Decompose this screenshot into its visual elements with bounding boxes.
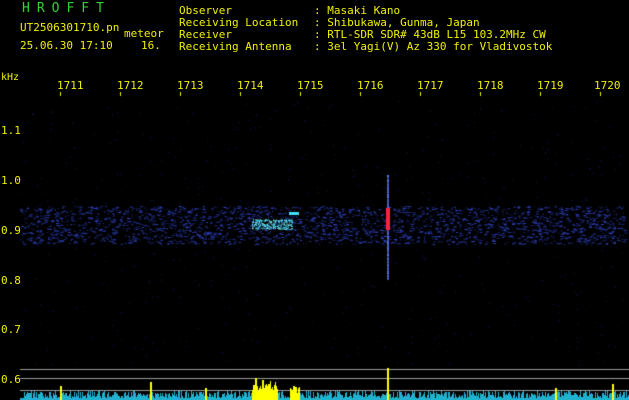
antenna-value: : 3el Yagi(V) Az 330 for Vladivostok: [314, 40, 553, 53]
x-tick-label: 1712: [117, 79, 144, 92]
x-tick-label: 1720: [594, 79, 621, 92]
x-tick-label: 1719: [537, 79, 564, 92]
y-tick-label: 0.6: [1, 373, 21, 386]
x-tick-label: 1714: [237, 79, 264, 92]
observer-value: : Masaki Kano: [314, 4, 401, 17]
x-tick-label: 1718: [477, 79, 504, 92]
y-tick-label: 0.8: [1, 274, 21, 287]
spectrogram-canvas: [0, 0, 629, 400]
y-tick-label: 1.0: [1, 174, 21, 187]
x-tick-label: 1717: [417, 79, 444, 92]
location-label: Receiving Location: [179, 16, 299, 29]
receiver-label: Receiver: [179, 28, 232, 41]
x-tick-label: 1716: [357, 79, 384, 92]
x-tick-label: 1711: [57, 79, 84, 92]
y-tick-label: 0.7: [1, 323, 21, 336]
filename: UT2506301710.pn: [20, 21, 120, 34]
app-title: HROFFT: [22, 1, 111, 16]
y-tick-label: 1.1: [1, 124, 21, 137]
receiver-value: : RTL-SDR SDR# 43dB L15 103.2MHz CW: [314, 28, 546, 41]
filename-suffix: meteor: [124, 27, 164, 40]
antenna-label: Receiving Antenna: [179, 40, 292, 53]
axis-unit-label: kHz: [1, 72, 20, 83]
sequence-number: 16.: [141, 39, 161, 52]
x-tick-label: 1713: [177, 79, 204, 92]
location-value: : Shibukawa, Gunma, Japan: [314, 16, 480, 29]
datetime: 25.06.30 17:10: [20, 39, 113, 52]
x-tick-label: 1715: [297, 79, 324, 92]
observer-label: Observer: [179, 4, 232, 17]
y-tick-label: 0.9: [1, 224, 21, 237]
